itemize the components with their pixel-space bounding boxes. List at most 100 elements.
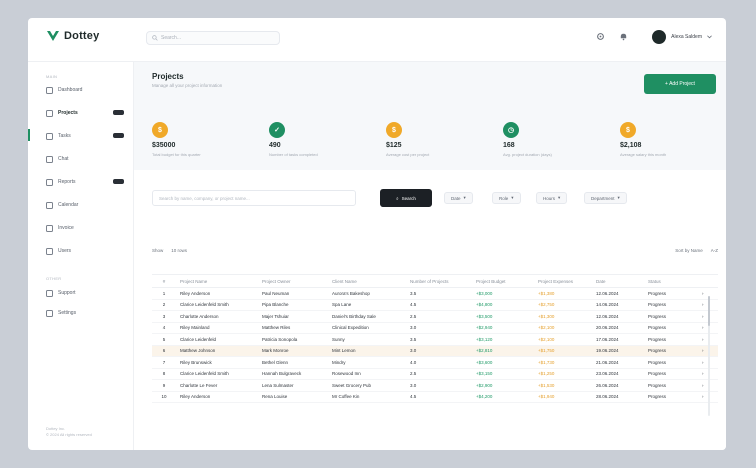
table-cell: 2 (162, 302, 166, 308)
table-cell: 7 (162, 359, 166, 365)
col-header[interactable]: Date (592, 279, 644, 284)
table-cell: +$1,940 (538, 394, 555, 400)
col-header[interactable]: Project Budget (472, 279, 534, 284)
table-cell: +$2,100 (538, 325, 555, 331)
row-action-icon[interactable]: › (698, 291, 718, 296)
sidebar-item-settings[interactable]: Settings (46, 307, 124, 319)
sidebar-item-invoice[interactable]: Invoice (46, 222, 124, 234)
table-cell: Mr Coffee Kin (332, 394, 360, 400)
table-cell: Progress (648, 348, 667, 354)
table-row[interactable]: 2 Clarice Leidenfeld Smith Pipa Blanche Spa… (152, 300, 718, 311)
global-search-input[interactable]: Search... (146, 31, 280, 45)
settings-icon (46, 309, 53, 317)
sidebar-item-support[interactable]: Support (46, 287, 124, 299)
support-icon (46, 289, 53, 297)
main-content: Projects Manage all your project informa… (134, 62, 726, 450)
sidebar-item-projects[interactable]: Projects (46, 107, 124, 119)
table-cell: +$4,800 (476, 302, 493, 308)
filter-department[interactable]: Department ▾ (584, 192, 627, 204)
topbar: Dottey Search... Alexa Saldem (28, 18, 726, 62)
table-cell: Matthew Riles (262, 325, 291, 331)
col-header[interactable]: Project Name (176, 279, 258, 284)
table-row[interactable]: 9 Charlotte Le Fever Lena Sulmaster Sweet G… (152, 380, 718, 392)
search-button-label: Search (401, 195, 416, 201)
table-row[interactable]: 7 Riley Brunswick Bethel Glenn Mindry 4.0 +$3… (152, 357, 718, 369)
table-row[interactable]: 1 Riley Anderson Paul Neuman Aurora's Bakes… (152, 288, 718, 300)
add-project-button[interactable]: + Add Project (644, 74, 716, 94)
reports-count-badge (113, 179, 124, 184)
table-cell: 4.5 (410, 394, 417, 400)
sidebar-item-chat[interactable]: Chat (46, 153, 124, 165)
avatar (652, 30, 667, 44)
col-header[interactable]: Client Name (328, 279, 406, 284)
sidebar-item-users[interactable]: Users (46, 245, 124, 257)
settings-icon[interactable] (596, 32, 605, 41)
table-scrollbar[interactable] (708, 296, 710, 416)
table-cell: Lena Sulmaster (262, 382, 294, 388)
table-search-input[interactable]: Search by name, company, or project name… (152, 190, 356, 206)
col-header[interactable]: Project Expenses (534, 279, 592, 284)
filter-date[interactable]: Date ▾ (444, 192, 473, 204)
coin-icon: $ (152, 122, 168, 138)
col-header[interactable]: Status (644, 279, 698, 284)
sidebar-item-reports[interactable]: Reports (46, 176, 124, 188)
col-header[interactable]: # (152, 279, 176, 284)
table-cell: Riley Anderson (180, 394, 211, 400)
table-cell: Progress (648, 325, 667, 331)
sidebar-section-other: OTHER (46, 276, 62, 281)
table-row[interactable]: 5 Clarice Leidenfeld Patricia Sonopola Sunn… (152, 334, 718, 346)
table-cell: Pipa Blanche (262, 302, 289, 308)
table-cell: Sweet Grocery Pub (332, 382, 372, 388)
table-cell: 6 (162, 348, 166, 354)
sidebar-item-label: Chat (58, 156, 69, 162)
user-name: Alexa Saldem (671, 34, 702, 40)
filter-role[interactable]: Role ▾ (492, 192, 521, 204)
table-cell: +$1,730 (538, 359, 555, 365)
table-row[interactable]: 10 Riley Anderson Rena Louise Mr Coffee Kin… (152, 392, 718, 403)
stat-value: $2,108 (620, 142, 642, 149)
table-cell: 4 (162, 325, 166, 331)
sidebar-item-label: Dashboard (58, 87, 83, 93)
table-cell: 28.06.2024 (596, 394, 619, 400)
table-cell: Majer Tshuiar (262, 313, 289, 319)
tasks-count-badge (113, 133, 124, 138)
stat-label: Number of tasks completed (269, 152, 318, 157)
chevron-down-icon: ▾ (617, 195, 620, 200)
sidebar-item-label: Calendar (58, 202, 79, 208)
app-window: Dottey Search... Alexa Saldem MAIN Dashb… (28, 18, 726, 450)
table-cell: Matthew Johnson (180, 348, 216, 354)
col-header[interactable]: Number of Projects (406, 279, 472, 284)
stat-value: 490 (269, 142, 281, 149)
table-row[interactable]: 3 Charlotte Anderson Majer Tshuiar Daniel's… (152, 311, 718, 323)
table-cell: 8 (162, 371, 166, 377)
sidebar-item-label: Invoice (58, 225, 74, 231)
page-header: Projects Manage all your project informa… (134, 62, 726, 170)
check-icon: ✓ (269, 122, 285, 138)
search-button[interactable]: ⌕ Search (380, 189, 432, 207)
table-cell: 26.06.2024 (596, 382, 619, 388)
sort-select[interactable]: A-Z (711, 248, 718, 253)
table-cell: +$1,530 (538, 382, 555, 388)
table-cell: Charlotte Le Fever (180, 382, 218, 388)
scrollbar-thumb[interactable] (708, 296, 710, 326)
sidebar-item-calendar[interactable]: Calendar (46, 199, 124, 211)
table-cell: 3.0 (410, 348, 417, 354)
rows-per-page-select[interactable]: 10 rows (171, 248, 187, 253)
bell-icon[interactable] (619, 32, 628, 41)
table-row[interactable]: 6 Matthew Johnson Mark Monroe Mint Lemon 3.0… (152, 345, 718, 357)
sidebar-item-dashboard[interactable]: Dashboard (46, 84, 124, 96)
table-cell: Progress (648, 302, 667, 308)
user-menu[interactable]: Alexa Saldem (652, 30, 712, 44)
col-header[interactable]: Project Owner (258, 279, 328, 284)
table-cell: 3 (162, 313, 166, 319)
filter-hours[interactable]: Hours ▾ (536, 192, 568, 204)
sidebar-item-tasks[interactable]: Tasks (46, 130, 124, 142)
logo[interactable]: Dottey (46, 30, 99, 42)
projects-table: # Project Name Project Owner Client Name… (152, 274, 718, 403)
table-cell: +$2,940 (476, 325, 493, 331)
table-cell: Progress (648, 313, 667, 319)
table-row[interactable]: 4 Riley Mainland Matthew Riles Clinical Exp… (152, 323, 718, 334)
stat-card: $ $125 Average cost per project (382, 122, 499, 162)
table-cell: 9 (162, 382, 166, 388)
table-row[interactable]: 8 Clarice Leidenfeld Smith Hannah Bulgrave… (152, 369, 718, 380)
